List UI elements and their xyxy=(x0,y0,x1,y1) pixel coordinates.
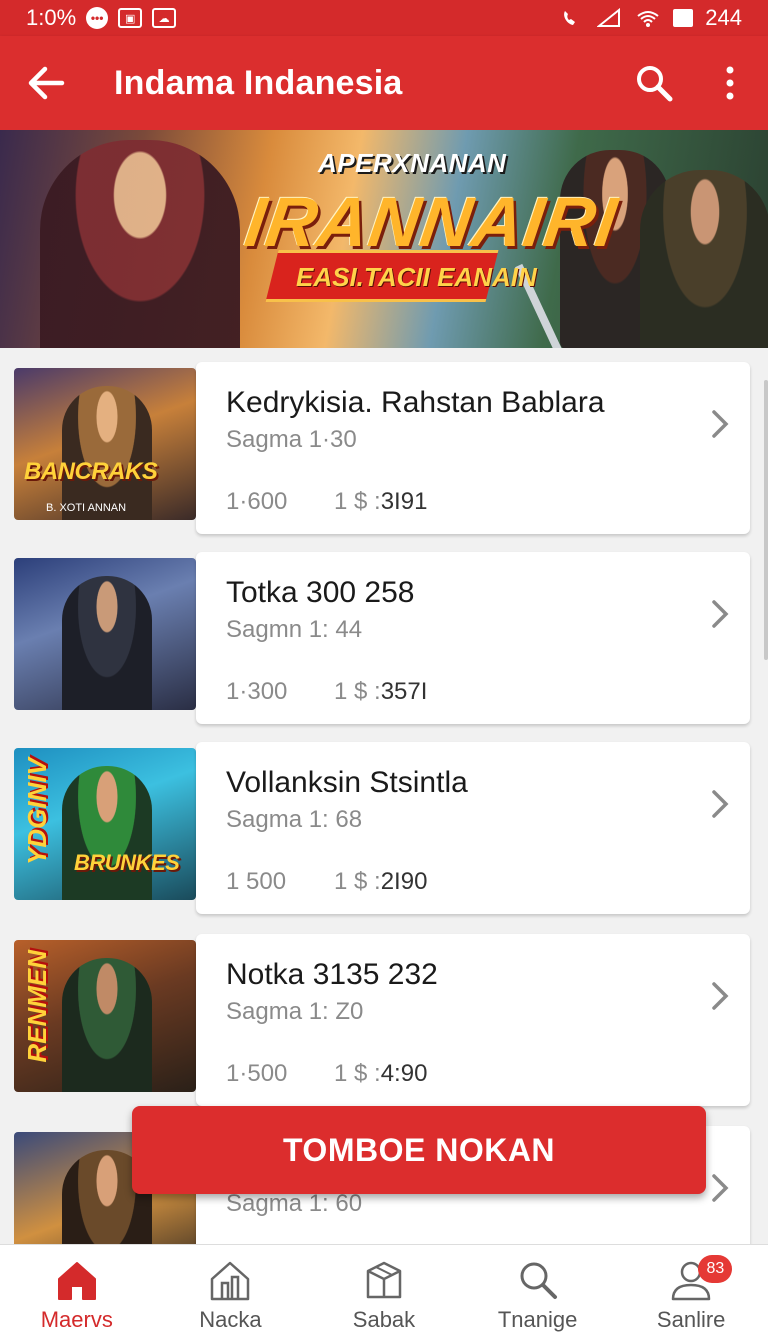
building-icon xyxy=(211,1261,250,1300)
wifi-icon xyxy=(637,11,659,27)
list-item[interactable]: RENMEN Notka 3135 232 Sagma 1: Z0 1·500 … xyxy=(14,934,750,1106)
game-thumbnail: RENMEN xyxy=(14,940,196,1092)
notification-badge: 83 xyxy=(698,1255,733,1283)
game-thumbnail: YDGINIV BRUNKES xyxy=(14,748,196,900)
game-price: 1 $ :357I xyxy=(334,678,428,705)
banner-hero-art xyxy=(640,170,768,348)
game-subtitle: Sagma 1: Z0 xyxy=(226,998,364,1025)
chevron-right-icon xyxy=(712,982,729,1010)
back-button[interactable] xyxy=(0,36,92,130)
search-icon xyxy=(637,66,673,102)
game-card[interactable]: Totka 300 258 Sagmn 1: 44 1·300 1 $ :357… xyxy=(196,552,750,724)
chat-notification-icon: ••• xyxy=(86,7,109,29)
game-meta: 1 500 xyxy=(226,868,287,895)
app-bar: Indama Indanesia xyxy=(0,36,768,130)
nav-item-nacka[interactable]: Nacka xyxy=(154,1245,308,1344)
game-title: Notka 3135 232 xyxy=(226,958,438,991)
bottom-nav: Maervs Nacka Sabak Tnanige Sanlire 83 xyxy=(0,1244,768,1344)
list-item[interactable]: BANCRAKS B. XOTI ANNAN Kedrykisia. Rahst… xyxy=(14,362,750,534)
scrollbar[interactable] xyxy=(764,380,768,660)
nav-label: Maervs xyxy=(40,1306,113,1332)
chevron-right-icon xyxy=(712,600,729,628)
cloud-notification-icon: ☁ xyxy=(152,8,177,28)
game-price: 1 $ :2I90 xyxy=(334,868,428,895)
game-card[interactable]: Kedrykisia. Rahstan Bablara Sagma 1·30 1… xyxy=(196,362,750,534)
game-price: 1 $ :4:90 xyxy=(334,1060,428,1087)
box-icon xyxy=(366,1261,402,1298)
primary-action-button[interactable]: TOMBOE NOKAN xyxy=(132,1106,706,1194)
game-subtitle: Sagmn 1: 44 xyxy=(226,616,363,643)
banner-subtitle: APERXNANAN xyxy=(318,148,507,178)
thumbnail-label: BANCRAKS xyxy=(24,458,158,485)
game-card[interactable]: Vollanksin Stsintla Sagma 1: 68 1 500 1 … xyxy=(196,742,750,914)
nav-label: Nacka xyxy=(199,1306,262,1332)
game-card[interactable]: Notka 3135 232 Sagma 1: Z0 1·500 1 $ :4:… xyxy=(196,934,750,1106)
nav-label: Tnanige xyxy=(497,1306,578,1332)
thumbnail-label: BRUNKES xyxy=(74,850,180,875)
game-meta: 1·300 xyxy=(226,678,288,705)
battery-icon xyxy=(673,9,694,27)
nav-item-profile[interactable]: Sanlire 83 xyxy=(614,1245,768,1344)
status-battery-text: 244 xyxy=(705,5,742,30)
chevron-right-icon xyxy=(712,410,729,438)
thumbnail-vertical-label: YDGINIV xyxy=(22,758,52,865)
banner-hero-art xyxy=(40,140,240,348)
nav-item-home[interactable]: Maervs xyxy=(0,1245,154,1344)
search-icon xyxy=(520,1262,557,1299)
game-subtitle: Sagma 1·30 xyxy=(226,426,357,453)
gift-notification-icon: ▣ xyxy=(118,8,143,28)
arrow-left-icon xyxy=(28,66,65,100)
game-thumbnail: BANCRAKS B. XOTI ANNAN xyxy=(14,368,196,520)
nav-item-sabak[interactable]: Sabak xyxy=(307,1245,461,1344)
status-time: 1:0% xyxy=(26,5,77,30)
call-icon xyxy=(564,11,576,25)
nav-label: Sanlire xyxy=(656,1306,726,1332)
list-item[interactable]: YDGINIV BRUNKES Vollanksin Stsintla Sagm… xyxy=(14,742,750,914)
more-options-button[interactable] xyxy=(692,36,768,130)
home-icon xyxy=(57,1261,96,1300)
game-meta: 1·500 xyxy=(226,1060,288,1087)
chevron-right-icon xyxy=(712,1174,729,1202)
thumbnail-sublabel: B. XOTI ANNAN xyxy=(46,502,127,514)
nav-item-search[interactable]: Tnanige xyxy=(461,1245,615,1344)
game-title: Totka 300 258 xyxy=(226,576,415,609)
more-vert-icon xyxy=(726,66,734,100)
thumbnail-vertical-label: RENMEN xyxy=(22,950,52,1063)
page-title: Indama Indanesia xyxy=(114,63,403,102)
game-subtitle: Sagma 1: 68 xyxy=(226,806,363,833)
game-price: 1 $ :3I91 xyxy=(334,488,428,515)
banner-ribbon-text: EASI.TACII EANAIN xyxy=(296,262,537,292)
game-title: Kedrykisia. Rahstan Bablara xyxy=(226,386,605,419)
game-thumbnail xyxy=(14,558,196,710)
chevron-right-icon xyxy=(712,790,729,818)
game-meta: 1·600 xyxy=(226,488,288,515)
list-item[interactable]: Totka 300 258 Sagmn 1: 44 1·300 1 $ :357… xyxy=(14,552,750,724)
cell-signal-icon xyxy=(597,8,621,27)
status-bar: 1:0% ••• ▣ ☁ 244 xyxy=(0,0,768,36)
nav-label: Sabak xyxy=(352,1306,416,1332)
game-subtitle: Sagma 1: 60 xyxy=(226,1190,363,1217)
search-button[interactable] xyxy=(616,36,692,130)
game-title: Vollanksin Stsintla xyxy=(226,766,468,799)
